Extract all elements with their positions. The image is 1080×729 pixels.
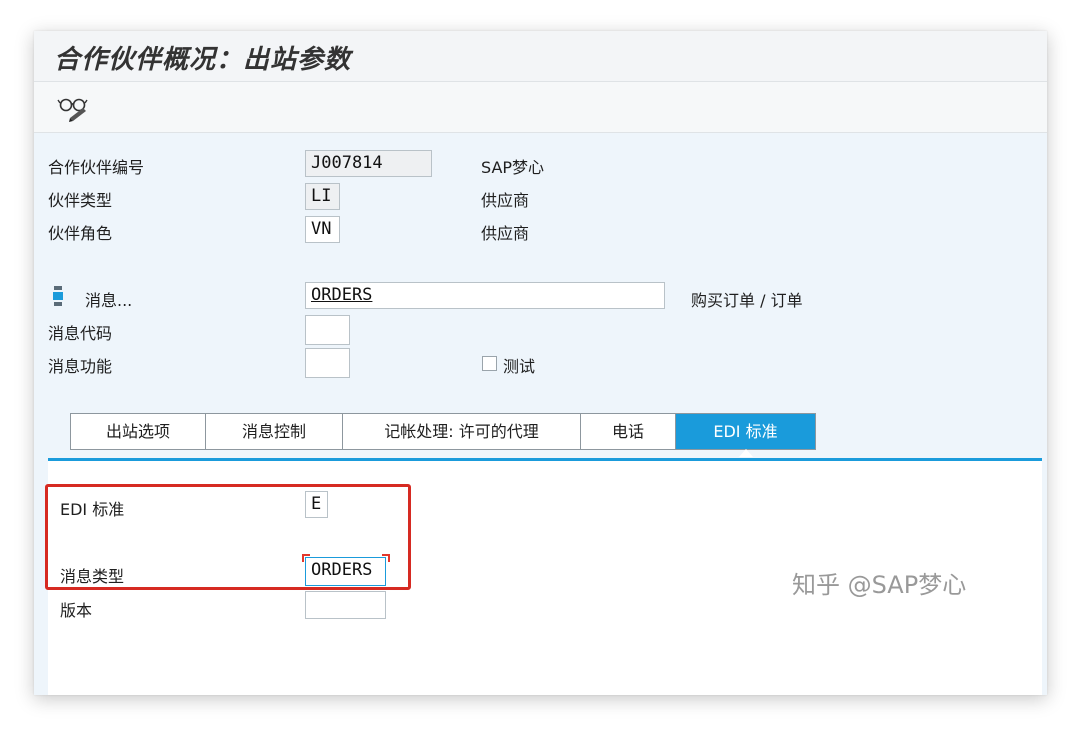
partner-role-field[interactable]: VN [305, 216, 340, 243]
version-field[interactable] [305, 591, 386, 619]
tab-telephony[interactable]: 电话 [581, 414, 676, 449]
test-checkbox[interactable] [482, 356, 497, 371]
tab-posting-permitted-agent[interactable]: 记帐处理: 许可的代理 [343, 414, 581, 449]
message-type-field[interactable]: ORDERS [305, 557, 386, 586]
active-tab-caret [738, 449, 753, 457]
message-label: 消息... [85, 291, 133, 310]
message-code-label: 消息代码 [48, 324, 113, 343]
message-code-field[interactable] [305, 315, 350, 345]
tab-edi-standard[interactable]: EDI 标准 [676, 414, 815, 457]
edi-standard-field[interactable]: E [305, 491, 328, 518]
message-description: 购买订单 / 订单 [691, 291, 803, 310]
partner-number-description: SAP梦心 [481, 158, 545, 177]
content-area: 合作伙伴编号 J007814 SAP梦心 伙伴类型 LI 供应商 伙伴角色 VN… [34, 133, 1047, 695]
toolbar [34, 82, 1047, 133]
message-function-field[interactable] [305, 348, 350, 378]
focus-corner-tl [302, 554, 310, 562]
title-bar: 合作伙伴概况：出站参数 [34, 31, 1047, 82]
page-title: 合作伙伴概况：出站参数 [54, 45, 352, 75]
partner-role-description: 供应商 [481, 224, 530, 243]
glasses-pencil-icon [57, 98, 88, 122]
tab-message-control[interactable]: 消息控制 [206, 414, 343, 449]
tab-strip: 出站选项 消息控制 记帐处理: 许可的代理 电话 EDI 标准 [70, 413, 816, 457]
partner-role-label: 伙伴角色 [48, 224, 113, 243]
tab-edi-standard-label: EDI 标准 [713, 422, 778, 441]
display-change-button[interactable] [56, 90, 92, 124]
focus-corner-tr [382, 554, 390, 562]
partner-type-field: LI [305, 183, 340, 210]
message-field[interactable]: ORDERS [305, 282, 665, 309]
version-label: 版本 [60, 601, 93, 620]
watermark: 知乎 @SAP梦心 [792, 571, 967, 599]
partner-type-description: 供应商 [481, 191, 530, 210]
partner-number-field: J007814 [305, 150, 432, 177]
message-type-label: 消息类型 [60, 567, 125, 586]
partner-type-label: 伙伴类型 [48, 191, 113, 210]
message-function-label: 消息功能 [48, 357, 113, 376]
partner-number-label: 合作伙伴编号 [48, 158, 145, 177]
test-label: 测试 [503, 357, 536, 376]
sap-window: 合作伙伴概况：出站参数 合作伙伴编号 J007814 SAP梦心 伙伴类型 LI… [34, 31, 1047, 695]
edi-standard-label: EDI 标准 [60, 500, 125, 519]
tab-outbound-options[interactable]: 出站选项 [71, 414, 206, 449]
message-type-icon [53, 286, 63, 306]
